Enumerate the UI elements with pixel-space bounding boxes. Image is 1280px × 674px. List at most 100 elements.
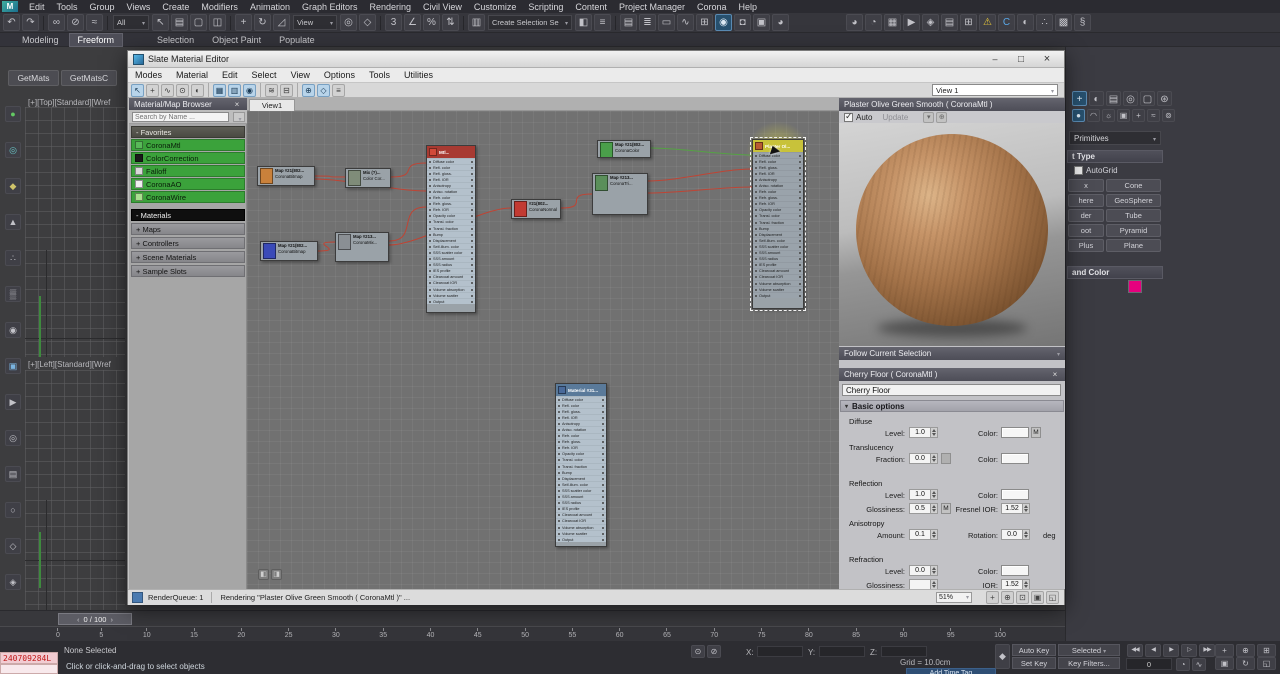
- node-slot[interactable]: SSS amount: [753, 249, 803, 256]
- node-slot[interactable]: Refl. gloss.: [427, 170, 475, 176]
- create-tab-icon[interactable]: +: [1072, 91, 1087, 106]
- node-slot[interactable]: Refr. IOR: [556, 444, 606, 451]
- spinner-field[interactable]: 1.52: [1001, 503, 1030, 514]
- maxscript-mini-listener[interactable]: 240709284L: [0, 652, 58, 664]
- main-menu-views[interactable]: Views: [121, 2, 157, 12]
- main-menu-corona[interactable]: Corona: [691, 2, 733, 12]
- node-slot[interactable]: Clearcoat IOR: [556, 517, 606, 524]
- color-swatch[interactable]: [1001, 427, 1029, 438]
- node-slot[interactable]: Output: [556, 536, 606, 542]
- spinner-field[interactable]: 0.0: [909, 565, 938, 576]
- y-coordinate-field[interactable]: [819, 646, 865, 657]
- editor-menu-tools[interactable]: Tools: [362, 70, 397, 80]
- object-color-swatch[interactable]: [1128, 280, 1142, 293]
- selection-region-icon[interactable]: ▢: [190, 14, 207, 31]
- main-menu-modifiers[interactable]: Modifiers: [195, 2, 244, 12]
- spinner-field[interactable]: 1.52: [1001, 579, 1030, 589]
- node-titlebar[interactable]: Mix (?)... Color Cor...: [346, 169, 390, 187]
- material-preview[interactable]: [839, 123, 1065, 346]
- select-and-scale-icon[interactable]: ◿: [273, 14, 290, 31]
- corona-scatter-icon[interactable]: ∴: [5, 250, 21, 266]
- browser-group-sample-slots[interactable]: + Sample Slots: [131, 265, 245, 277]
- node-slot[interactable]: SSS amount: [427, 255, 475, 262]
- node-slot[interactable]: Aniso. rotation: [427, 188, 475, 194]
- spinner-field[interactable]: 1.0: [909, 489, 938, 500]
- color-swatch[interactable]: [1001, 565, 1029, 576]
- object-type-button-cone[interactable]: Cone: [1106, 179, 1161, 192]
- node-slot[interactable]: Volume absorption: [427, 285, 475, 292]
- main-menu-rendering[interactable]: Rendering: [364, 2, 418, 12]
- corona-material-icon[interactable]: ▣: [5, 358, 21, 374]
- corona-light-icon[interactable]: ◆: [5, 178, 21, 194]
- main-menu-content[interactable]: Content: [569, 2, 613, 12]
- ribbon-tab-selection[interactable]: Selection: [149, 34, 202, 46]
- light-lister-icon[interactable]: ▤: [941, 14, 958, 31]
- editor-zoom-region-icon[interactable]: ⊡: [1016, 591, 1029, 604]
- editor-menu-material[interactable]: Material: [169, 70, 215, 80]
- scene-explorer-icon[interactable]: ▤: [620, 14, 637, 31]
- ribbon-tab-modeling[interactable]: Modeling: [14, 34, 67, 46]
- favorites-group-header[interactable]: - Favorites: [131, 126, 245, 138]
- script-listener-icon[interactable]: §: [1074, 14, 1091, 31]
- main-menu-project-manager[interactable]: Project Manager: [613, 2, 691, 12]
- image-editor-icon[interactable]: ▩: [1055, 14, 1072, 31]
- browser-item-colorcorrection[interactable]: ColorCorrection: [131, 152, 245, 164]
- node-slot[interactable]: Anisotropy: [556, 420, 606, 426]
- mini-curve-editor-button[interactable]: ∿: [1192, 658, 1206, 671]
- node-slot[interactable]: Refr. IOR: [427, 206, 475, 213]
- node-slot[interactable]: Output: [753, 292, 803, 298]
- align-icon[interactable]: ≡: [594, 14, 611, 31]
- editor-zoom-selected-icon[interactable]: ◱: [1046, 591, 1059, 604]
- editor-menu-modes[interactable]: Modes: [128, 70, 169, 80]
- spinner-field[interactable]: [909, 579, 938, 589]
- object-type-button-plus[interactable]: Plus: [1068, 239, 1104, 252]
- layer-explorer-icon[interactable]: ≣: [639, 14, 656, 31]
- reference-coordinate-dropdown[interactable]: View: [293, 15, 337, 30]
- preview-settings-icon[interactable]: ▾: [923, 111, 935, 123]
- spinner-snap-icon[interactable]: ⇅: [442, 14, 459, 31]
- node-slot[interactable]: Self-illum. color: [753, 237, 803, 243]
- node-slot[interactable]: SSS amount: [556, 493, 606, 500]
- object-type-button-oot[interactable]: oot: [1068, 224, 1104, 237]
- node-slot[interactable]: Transl. color: [556, 456, 606, 463]
- browser-item-falloff[interactable]: Falloff: [131, 165, 245, 177]
- browser-item-coronamtl[interactable]: CoronaMtl: [131, 139, 245, 151]
- top-viewport-label[interactable]: [+][Top][Standard][Wref: [28, 98, 110, 107]
- systems-icon[interactable]: ⊚: [1162, 109, 1175, 122]
- zoom-extents-button[interactable]: ▣: [1215, 657, 1234, 670]
- play-button[interactable]: ▶: [1163, 644, 1179, 657]
- node-slot[interactable]: SSS radius: [753, 255, 803, 262]
- show-background-icon[interactable]: ▥: [228, 83, 241, 97]
- assign-to-selection-icon[interactable]: ◐: [191, 83, 204, 97]
- maximize-viewport-button[interactable]: ◱: [1257, 657, 1276, 670]
- time-slider[interactable]: 0 / 100: [58, 613, 132, 625]
- node-slot[interactable]: Output: [427, 298, 475, 304]
- node-slot[interactable]: Refl. IOR: [556, 414, 606, 420]
- shapes-icon[interactable]: ◠: [1087, 109, 1100, 122]
- node-slot[interactable]: Refl. IOR: [753, 170, 803, 176]
- editor-zoom-icon[interactable]: ⊕: [1001, 591, 1014, 604]
- view1-tab[interactable]: View1: [249, 99, 295, 111]
- node-slot[interactable]: Diffuse color: [427, 158, 475, 164]
- node-slot[interactable]: Aniso. rotation: [556, 426, 606, 432]
- cameras-icon[interactable]: ▣: [1117, 109, 1130, 122]
- cylinder-primitive-icon[interactable]: ◇: [5, 538, 21, 554]
- curve-editor-icon[interactable]: ∿: [677, 14, 694, 31]
- node-slot[interactable]: Refr. gloss.: [556, 438, 606, 445]
- node-slot[interactable]: Refr. color: [753, 188, 803, 195]
- current-frame-field[interactable]: 0: [1126, 658, 1172, 670]
- target-icon[interactable]: ◎: [5, 430, 21, 446]
- node-slot[interactable]: Clearcoat IOR: [427, 279, 475, 286]
- node-titlebar[interactable]: Map #21(802... CoronaBitmap: [261, 242, 317, 260]
- spinner-field[interactable]: 1.0: [909, 427, 938, 438]
- spinner-field[interactable]: 0.1: [909, 529, 938, 540]
- editor-menu-options[interactable]: Options: [317, 70, 362, 80]
- corona-sky-icon[interactable]: ◎: [5, 142, 21, 158]
- pick-from-object-icon[interactable]: ⊙: [176, 83, 189, 97]
- node-mtl[interactable]: Mtl... Diffuse color Refl. color Refl. glos…: [426, 145, 476, 313]
- node-slot[interactable]: Bump: [753, 225, 803, 231]
- select-and-move-icon[interactable]: +: [235, 14, 252, 31]
- editor-menu-view[interactable]: View: [284, 70, 317, 80]
- follow-selection-dropdown[interactable]: Follow Current Selection: [839, 347, 1065, 360]
- node-slot[interactable]: Volume scatter: [753, 286, 803, 292]
